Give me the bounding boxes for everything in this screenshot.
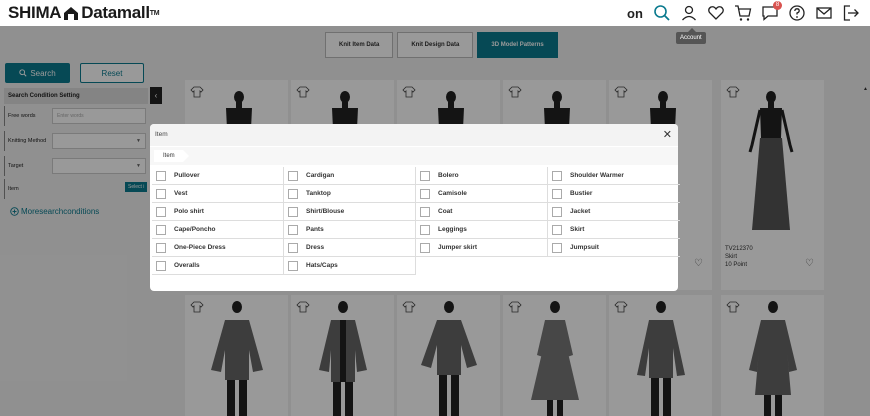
item-option[interactable]: Shirt/Blouse <box>284 203 416 221</box>
item-option-label: Pullover <box>174 172 200 179</box>
checkbox[interactable] <box>156 242 166 253</box>
item-option-label: Polo shirt <box>174 208 204 215</box>
header-icon-bar: on 8 <box>626 1 860 22</box>
item-option-label: Hats/Caps <box>306 262 338 269</box>
brand-logo[interactable]: SHIMA Datamall TM <box>8 3 160 23</box>
item-option-label: One-Piece Dress <box>174 244 226 251</box>
item-option-label: Shoulder Warmer <box>570 172 624 179</box>
item-option-label: Dress <box>306 244 325 251</box>
item-option[interactable]: Coat <box>416 203 548 221</box>
checkbox[interactable] <box>288 260 298 271</box>
item-option-label: Coat <box>438 208 453 215</box>
search-icon[interactable] <box>653 4 671 22</box>
brand-tm: TM <box>149 9 160 17</box>
checkbox[interactable] <box>288 170 298 181</box>
item-option-label: Camisole <box>438 190 467 197</box>
item-option-label: Skirt <box>570 226 585 233</box>
item-option[interactable]: Camisole <box>416 185 548 203</box>
checkbox[interactable] <box>156 206 166 217</box>
item-option[interactable]: Pants <box>284 221 416 239</box>
checkbox[interactable] <box>288 206 298 217</box>
item-option-label: Jumpsuit <box>570 244 599 251</box>
notifications-icon[interactable]: 8 <box>761 1 782 22</box>
item-option[interactable]: Cardigan <box>284 167 416 185</box>
item-option[interactable]: Cape/Poncho <box>152 221 284 239</box>
checkbox[interactable] <box>552 242 562 253</box>
checkbox[interactable] <box>288 224 298 235</box>
item-option[interactable]: Pullover <box>152 167 284 185</box>
checkbox[interactable] <box>156 224 166 235</box>
item-options-grid: Pullover Cardigan Bolero Shoulder Warmer Ves… <box>152 167 680 275</box>
item-option[interactable]: Polo shirt <box>152 203 284 221</box>
item-option-label: Shirt/Blouse <box>306 208 345 215</box>
on-link[interactable]: on <box>626 4 644 22</box>
checkbox[interactable] <box>552 170 562 181</box>
item-option[interactable]: Jumper skirt <box>416 239 548 257</box>
modal-header: Item ✕ <box>150 124 678 146</box>
on-icon: on <box>627 5 643 21</box>
item-option-label: Jacket <box>570 208 591 215</box>
item-option[interactable]: One-Piece Dress <box>152 239 284 257</box>
notification-badge: 8 <box>773 1 782 10</box>
checkbox[interactable] <box>288 188 298 199</box>
checkbox[interactable] <box>288 242 298 253</box>
item-option[interactable]: Dress <box>284 239 416 257</box>
item-option-label: Cape/Poncho <box>174 226 216 233</box>
item-option-label: Bolero <box>438 172 459 179</box>
item-option[interactable]: Vest <box>152 185 284 203</box>
item-option[interactable]: Tanktop <box>284 185 416 203</box>
house-logo-icon <box>63 6 79 21</box>
account-icon[interactable] <box>680 4 698 22</box>
item-option-label: Pants <box>306 226 324 233</box>
item-option[interactable]: Bustier <box>548 185 680 203</box>
checkbox[interactable] <box>420 224 430 235</box>
item-option-label: Leggings <box>438 226 467 233</box>
item-option[interactable]: Jacket <box>548 203 680 221</box>
item-option-label: Overalls <box>174 262 200 269</box>
checkbox[interactable] <box>552 224 562 235</box>
checkbox[interactable] <box>156 170 166 181</box>
heart-icon[interactable] <box>707 4 725 22</box>
item-option[interactable]: Bolero <box>416 167 548 185</box>
item-select-modal: Item ✕ Item Pullover Cardigan Bolero Should… <box>150 124 680 291</box>
item-option[interactable]: Leggings <box>416 221 548 239</box>
item-option-label: Bustier <box>570 190 593 197</box>
item-option-label: Cardigan <box>306 172 335 179</box>
item-option[interactable]: Jumpsuit <box>548 239 680 257</box>
close-icon[interactable]: ✕ <box>663 128 672 141</box>
item-option-label: Vest <box>174 190 188 197</box>
top-header: SHIMA Datamall TM on 8 <box>0 0 870 26</box>
item-option-label: Jumper skirt <box>438 244 478 251</box>
brand-main: SHIMA <box>8 3 62 22</box>
item-option-label: Tanktop <box>306 190 331 197</box>
cart-icon[interactable] <box>734 4 752 22</box>
checkbox[interactable] <box>156 260 166 271</box>
account-tooltip: Account <box>676 28 706 44</box>
checkbox[interactable] <box>420 170 430 181</box>
checkbox[interactable] <box>552 206 562 217</box>
checkbox[interactable] <box>420 206 430 217</box>
brand-rest: Datamall <box>81 3 150 22</box>
checkbox[interactable] <box>420 188 430 199</box>
checkbox[interactable] <box>420 242 430 253</box>
item-option[interactable]: Shoulder Warmer <box>548 167 680 185</box>
help-icon[interactable] <box>788 4 806 22</box>
modal-title: Item <box>155 131 168 138</box>
logout-icon[interactable] <box>842 4 860 22</box>
mail-icon[interactable] <box>815 4 833 22</box>
checkbox[interactable] <box>552 188 562 199</box>
item-option[interactable]: Hats/Caps <box>284 257 416 275</box>
item-option[interactable]: Overalls <box>152 257 284 275</box>
breadcrumb-item[interactable]: Item <box>154 150 189 162</box>
item-option[interactable]: Skirt <box>548 221 680 239</box>
breadcrumb: Item <box>150 147 678 165</box>
checkbox[interactable] <box>156 188 166 199</box>
